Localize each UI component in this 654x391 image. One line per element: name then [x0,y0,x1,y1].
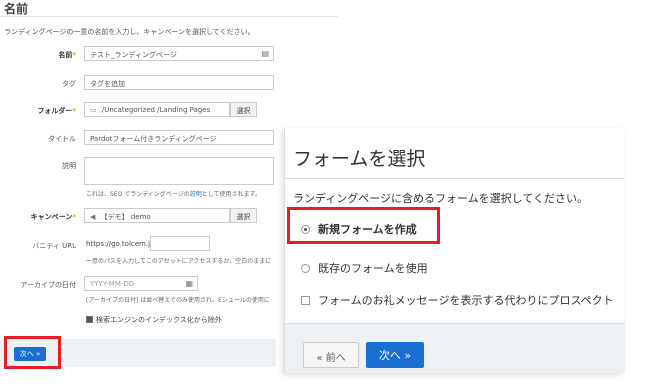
page-title: 名前 [4,2,29,16]
folder-icon: ▭ [90,106,97,114]
description-textarea[interactable] [84,157,274,185]
modal-title: フォームを選択 [293,148,426,170]
description-note-link[interactable]: 説明 [190,191,202,198]
next-button[interactable]: 次へ » [366,342,424,368]
vanity-url-prefix: https://go.tolcem.jp/ [86,240,157,248]
title-label: タイトル [48,135,76,143]
checked-checkbox-icon[interactable] [86,316,93,323]
option-thanks-message-label: フォームのお礼メッセージを表示する代わりにプロスペクト [318,294,614,307]
vanity-url-input[interactable] [150,236,210,251]
vanity-url-note: 一意のパスを入力してこのアセットにアクセスするか、空白のままに [86,258,272,265]
modal-divider [285,178,625,179]
highlight-box-next [4,336,61,369]
checkbox-icon[interactable] [301,296,310,305]
archive-date-input[interactable]: YYYY-MM-DD ▦ [84,276,198,291]
title-input-value: Pardotフォーム付きランディングページ [90,135,217,143]
exclude-search-checkbox-row[interactable]: 検索エンジンのインデックス化から除外 [86,315,222,325]
folder-label: フォルダー* [37,107,76,115]
option-existing-form[interactable]: 既存のフォームを使用 [301,260,428,276]
campaign-input[interactable]: ◀ 【デモ】 demo [84,208,230,223]
vanity-url-label: バニティ URL [32,242,76,250]
folder-select-button[interactable]: 選択 [230,102,257,117]
option-thanks-message[interactable]: フォームのお礼メッセージを表示する代わりにプロスペクト [301,292,614,308]
tag-input[interactable]: タグを追加 [84,75,274,90]
exclude-search-label: 検索エンジンのインデックス化から除外 [96,316,222,324]
field-menu-icon[interactable]: ▤ [261,49,269,58]
title-input[interactable]: Pardotフォーム付きランディングページ [84,130,274,145]
name-label: 名前* [58,51,76,59]
calendar-icon[interactable]: ▦ [185,279,193,288]
campaign-input-value: 【デモ】 demo [100,213,151,221]
intro-text: ランディングページの一意の名前を入力し、キャンペーンを選択してください。 [4,28,255,36]
name-input-value: テスト_ランディングページ [90,51,177,59]
highlight-box-new-form [287,207,440,244]
title-divider [0,16,338,17]
option-existing-form-label: 既存のフォームを使用 [318,262,428,275]
campaign-select-button[interactable]: 選択 [230,208,257,223]
previous-button[interactable]: « 前へ [303,342,359,368]
archive-date-placeholder: YYYY-MM-DD [90,280,135,288]
description-note: これは、SEO でランディングページの説明として使用されます。 [86,191,261,198]
description-label: 説明 [62,162,76,170]
modal-description: ランディングページに含めるフォームを選択してください。 [293,192,589,205]
tag-input-placeholder: タグを追加 [90,80,125,88]
select-form-modal: フォームを選択 ランディングページに含めるフォームを選択してください。 新規フォ… [284,128,625,373]
tag-label: タグ [62,80,76,88]
archive-date-label: アーカイブの日付 [20,281,76,289]
megaphone-icon: ◀ [90,213,96,221]
folder-input[interactable]: ▭ /Uncategorized /Landing Pages [84,102,230,117]
folder-input-value: /Uncategorized /Landing Pages [101,106,211,114]
campaign-label: キャンペーン* [30,213,76,221]
name-input[interactable]: テスト_ランディングページ ▤ [84,46,274,61]
archive-date-note: [アーカイブの日付] は並べ替えでのみ使用され、Eシュールの使用に [86,297,270,304]
radio-unselected-icon[interactable] [301,264,310,273]
